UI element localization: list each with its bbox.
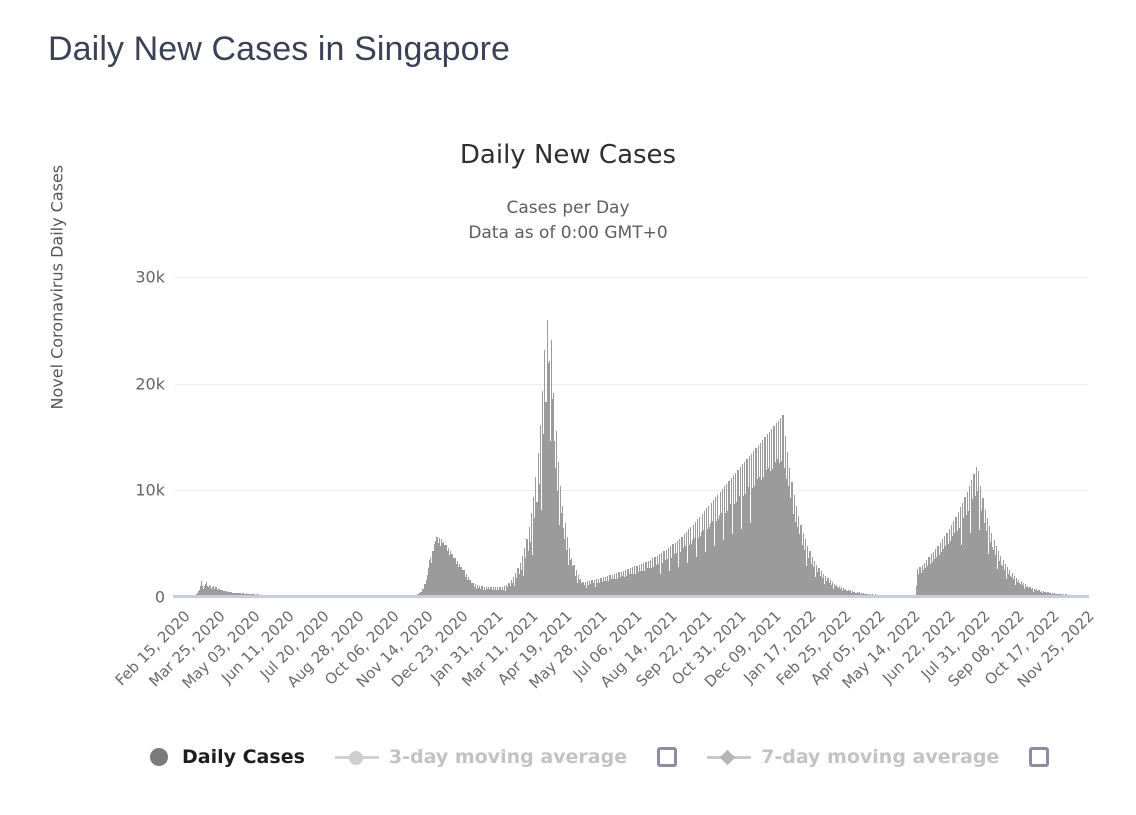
legend-item-label: 3-day moving average	[388, 746, 628, 768]
chart-subtitle-line-2: Data as of 0:00 GMT+0	[468, 223, 668, 243]
zero-baseline	[173, 595, 1089, 598]
legend-item[interactable]: 7-day moving average	[707, 740, 999, 774]
y-axis-tick-label: 0	[154, 587, 165, 607]
x-axis-tick-labels: Feb 15, 2020 Mar 25, 2020 May 03, 2020 Jun …	[112, 607, 1098, 717]
checkbox-icon[interactable]	[1029, 747, 1050, 767]
legend-line-diamond-marker-icon	[707, 748, 752, 766]
y-axis-tick-label: 20k	[135, 374, 165, 394]
legend-item-label: Daily Cases	[182, 746, 305, 768]
y-axis-tick-label: 30k	[135, 267, 165, 287]
y-axis-tick-labels: 0 10k 20k 30k	[35, 268, 165, 607]
chart-container: Daily New Cases Cases per Day Data as of…	[0, 120, 1136, 815]
page-title: Daily New Cases in Singapore	[48, 30, 511, 68]
y-axis-tick-label: 10k	[135, 480, 165, 500]
legend-toggle-checkbox[interactable]	[657, 740, 678, 774]
legend-item[interactable]: Daily Cases	[150, 740, 305, 774]
checkbox-icon[interactable]	[657, 747, 678, 767]
chart-subtitle: Cases per Day Data as of 0:00 GMT+0	[0, 196, 1136, 246]
legend-item-label: 7-day moving average	[761, 746, 1000, 768]
legend-circle-marker-icon	[150, 748, 168, 766]
legend-item[interactable]: 3-day moving average	[334, 740, 628, 774]
chart-legend: Daily Cases 3-day moving average 7-day mov…	[0, 740, 1136, 790]
chart-title: Daily New Cases	[459, 140, 677, 170]
legend-line-circle-marker-icon	[334, 748, 379, 766]
legend-toggle-checkbox[interactable]	[1029, 740, 1050, 774]
bar-series-daily-cases	[175, 276, 1088, 596]
plot-area	[173, 276, 1089, 598]
chart-subtitle-line-1: Cases per Day	[506, 198, 630, 218]
